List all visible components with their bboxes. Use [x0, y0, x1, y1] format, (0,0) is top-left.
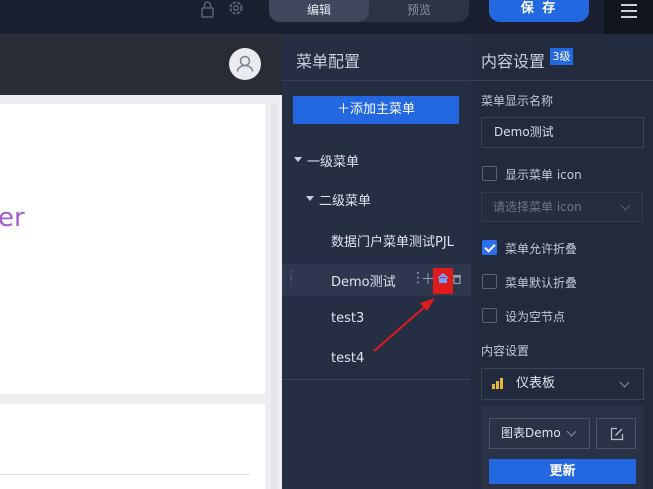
content-settings-label: 内容设置 [481, 344, 530, 358]
preview-tab[interactable]: 预览 [369, 0, 469, 22]
default-collapse-label: 菜单默认折叠 [505, 276, 578, 290]
preview-card-secondary [0, 404, 265, 489]
user-icon [236, 55, 254, 72]
chart-select[interactable]: 图表Demo [489, 418, 590, 449]
delete-icon[interactable] [452, 273, 462, 284]
divider [282, 80, 471, 81]
default-collapse-checkbox[interactable] [482, 274, 497, 289]
save-button[interactable]: 保 存 [489, 0, 589, 22]
hamburger-icon [621, 4, 637, 6]
show-icon-checkbox[interactable] [482, 166, 497, 181]
display-name-label: 菜单显示名称 [481, 94, 554, 108]
lock-icon[interactable] [200, 0, 220, 20]
caret-down-icon[interactable] [294, 157, 302, 162]
empty-node-checkbox[interactable] [482, 308, 497, 323]
bar-chart-icon [492, 377, 506, 389]
update-button[interactable]: 更新 [489, 459, 636, 484]
edit-icon [610, 427, 624, 441]
caret-down-icon[interactable] [306, 196, 314, 201]
display-name-input[interactable]: Demo测试 [481, 117, 644, 148]
tree-item[interactable]: 数据门户菜单测试PJL [331, 231, 454, 250]
add-main-menu-button[interactable]: ＋添加主菜单 [293, 96, 459, 124]
content-settings-title: 内容设置 [481, 52, 546, 71]
allow-collapse-checkbox[interactable] [482, 240, 497, 255]
empty-node-label: 设为空节点 [505, 310, 566, 324]
mode-switch: 编辑 预览 [269, 0, 469, 22]
tree-item-level2[interactable]: 二级菜单 [319, 190, 371, 209]
annotation-arrow [373, 298, 435, 352]
home-icon[interactable] [437, 272, 449, 284]
icon-select: 请选择菜单 icon [481, 192, 643, 222]
avatar[interactable] [229, 48, 261, 80]
level-badge: 3级 [550, 48, 573, 65]
drag-handle-icon[interactable]: ⋮ ⋮ [286, 271, 296, 287]
menu-toggle-button[interactable] [604, 0, 653, 34]
preview-scrollbar[interactable] [271, 104, 277, 489]
tree-item-level1[interactable]: 一级菜单 [307, 151, 359, 170]
menu-config-title: 菜单配置 [296, 52, 361, 71]
preview-card [0, 104, 265, 394]
divider [282, 379, 471, 380]
allow-collapse-label: 菜单允许折叠 [505, 242, 578, 256]
show-icon-label: 显示菜单 icon [505, 168, 582, 182]
edit-button[interactable] [596, 418, 636, 449]
edit-tab[interactable]: 编辑 [269, 0, 369, 22]
gear-icon[interactable] [227, 0, 247, 20]
divider [0, 474, 250, 475]
preview-title-fragment: er [0, 203, 25, 233]
divider [471, 80, 653, 81]
tree-item-selected[interactable]: Demo测试 [331, 271, 396, 290]
